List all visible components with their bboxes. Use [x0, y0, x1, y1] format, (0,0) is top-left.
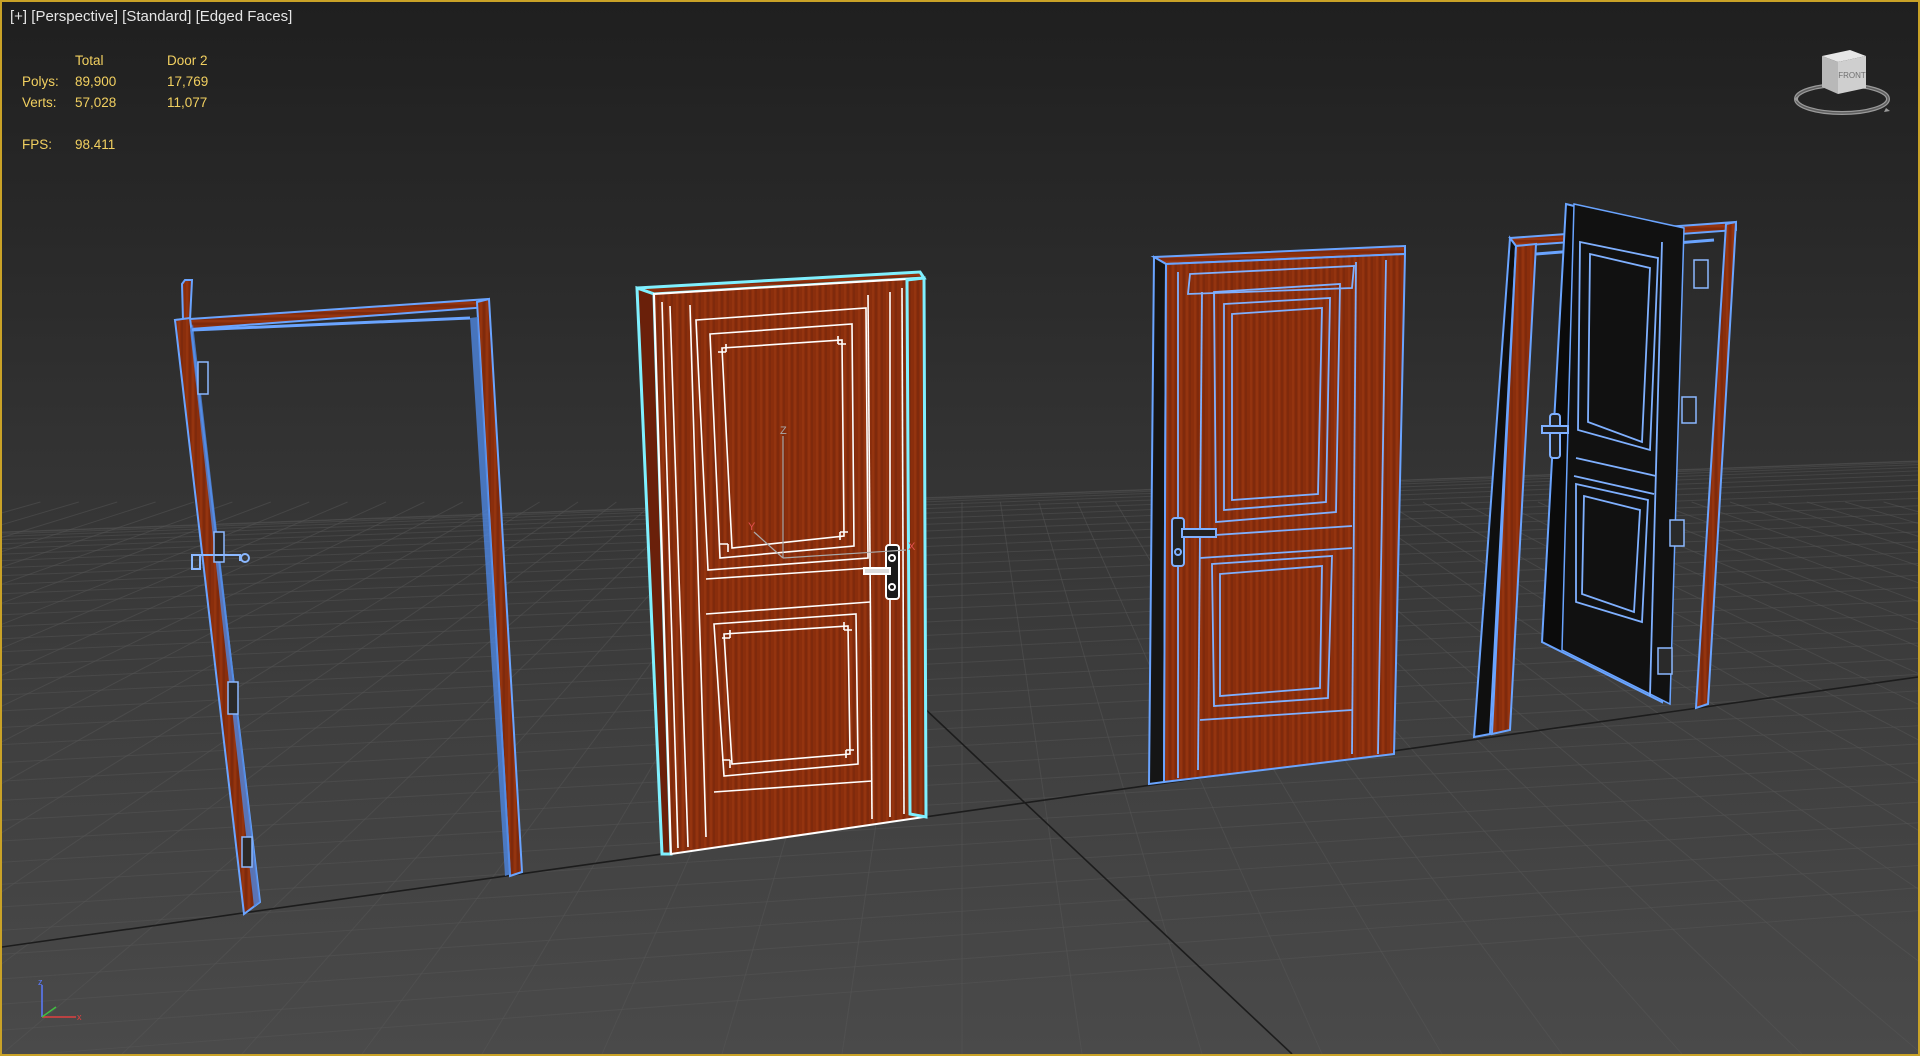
- stats-fps-label: FPS:: [22, 137, 53, 152]
- gizmo-z-label: Z: [780, 425, 787, 437]
- viewport-menu-edged-faces[interactable]: [Edged Faces]: [196, 8, 293, 25]
- statistics-overlay: Total Door 2 Polys: 89,900 17,769 Verts:…: [22, 50, 257, 155]
- scene-canvas[interactable]: Z Y X: [2, 2, 1918, 1054]
- gizmo-y-label: Y: [748, 521, 756, 533]
- svg-text:z: z: [38, 977, 43, 987]
- stats-verts-label: Verts:: [22, 95, 57, 110]
- stats-polys-label: Polys:: [22, 74, 59, 89]
- perspective-viewport[interactable]: Z Y X [+] [Perspective] [Standard] [Edge…: [0, 0, 1920, 1056]
- stats-polys-selected: 17,769: [167, 74, 209, 89]
- stats-header-selection: Door 2: [167, 53, 208, 68]
- gizmo-x-label: X: [908, 541, 916, 553]
- stats-polys-row: Polys: 89,900 17,769: [22, 71, 257, 92]
- stats-header-total: Total: [75, 53, 104, 68]
- viewcube-face-label: FRONT: [1838, 71, 1866, 80]
- door-2-selected[interactable]: Z Y X: [635, 270, 928, 856]
- world-axis-tripod-icon: z x: [38, 977, 82, 1022]
- viewcube-icon[interactable]: FRONT: [1792, 44, 1892, 124]
- stats-verts-row: Verts: 57,028 11,077: [22, 92, 257, 113]
- stats-fps-value: 98.411: [75, 137, 116, 152]
- stats-verts-total: 57,028: [75, 95, 117, 110]
- stats-polys-total: 89,900: [75, 74, 117, 89]
- viewport-menu-shading[interactable]: [Standard]: [122, 8, 191, 25]
- viewport-menu-plus[interactable]: [+]: [10, 8, 27, 25]
- door-3[interactable]: [1147, 244, 1407, 786]
- viewport-menu-perspective[interactable]: [Perspective]: [31, 8, 118, 25]
- stats-header-blank: [22, 50, 75, 71]
- stats-header-row: Total Door 2: [22, 50, 257, 71]
- stats-verts-selected: 11,077: [167, 95, 208, 110]
- svg-text:x: x: [77, 1012, 82, 1022]
- viewport-label[interactable]: [+] [Perspective] [Standard] [Edged Face…: [10, 8, 292, 25]
- stats-fps-row: FPS: 98.411: [22, 134, 257, 155]
